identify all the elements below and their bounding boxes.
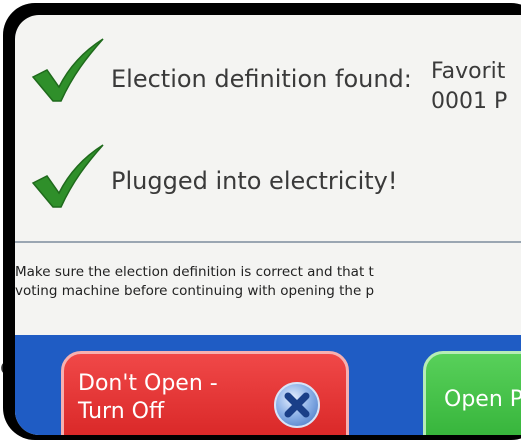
- instructions-text: Make sure the election definition is cor…: [15, 263, 374, 301]
- election-name-line1: Favorit: [431, 59, 506, 84]
- checkmark-icon: [31, 38, 104, 102]
- checkmark-icon: [31, 144, 104, 208]
- election-found-label: Election definition found:: [111, 65, 412, 93]
- election-name: Favorit 0001 P: [431, 57, 507, 117]
- close-x-icon: [274, 382, 320, 428]
- x-mark-glyph: [284, 392, 310, 418]
- instructions-line2: voting machine before continuing with op…: [15, 283, 375, 299]
- status-row-plugged-in: Plugged into electricity!: [29, 143, 398, 213]
- kiosk-screen: Election definition found: Favorit 0001 …: [15, 15, 521, 435]
- device-bezel: Election definition found: Favorit 0001 …: [3, 3, 521, 440]
- dont-open-label-line1: Don't Open -: [78, 371, 218, 396]
- open-label: Open P: [444, 387, 521, 412]
- dont-open-turn-off-button[interactable]: Don't Open - Turn Off: [61, 351, 349, 435]
- plugged-in-label: Plugged into electricity!: [111, 167, 398, 195]
- election-name-line2: 0001 P: [431, 89, 508, 114]
- dont-open-label-line2: Turn Off: [78, 399, 165, 424]
- status-row-election-found: Election definition found:: [29, 37, 412, 107]
- open-polls-button[interactable]: Open P: [423, 351, 521, 435]
- instructions-line1: Make sure the election definition is cor…: [15, 264, 374, 280]
- dont-open-label: Don't Open - Turn Off: [78, 370, 218, 426]
- action-bar: Don't Open - Turn Off Open P: [15, 335, 521, 435]
- section-divider: [15, 241, 521, 243]
